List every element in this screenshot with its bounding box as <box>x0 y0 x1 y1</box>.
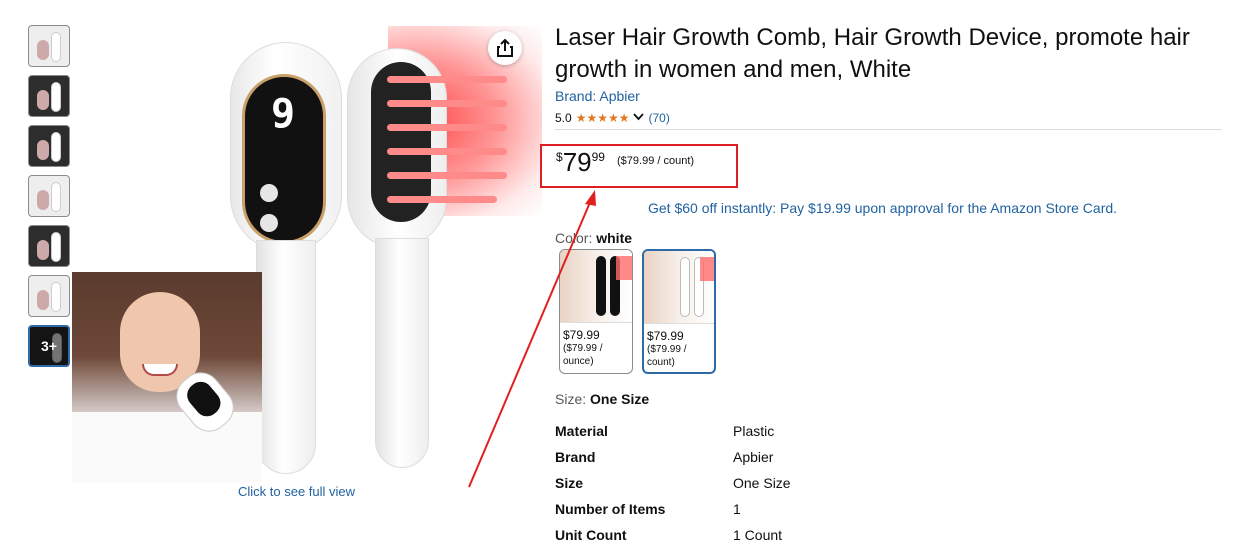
divider <box>555 129 1222 130</box>
chevron-down-icon[interactable] <box>633 112 645 124</box>
swatch-price: $79.99 <box>563 328 600 342</box>
color-swatch-white[interactable]: $79.99 ($79.99 / count) <box>642 249 716 374</box>
swatch-unit-price: ($79.99 / count) <box>647 344 687 368</box>
spec-key: Unit Count <box>555 527 627 543</box>
spec-row: Size One Size <box>555 470 955 496</box>
product-specs-table: Material Plastic Brand Apbier Size One Size… <box>555 418 955 548</box>
color-swatch-black[interactable]: $79.99 ($79.99 / ounce) <box>559 249 633 374</box>
spec-row: Number of Items 1 <box>555 496 955 522</box>
spec-row: Material Plastic <box>555 418 955 444</box>
spec-value: 1 Count <box>733 527 783 543</box>
spec-value: Plastic <box>733 423 775 439</box>
rating-row: 5.0 ★★★★★ (70) <box>555 111 670 125</box>
device-side <box>347 48 507 468</box>
thumbnail-3[interactable] <box>28 125 70 167</box>
thumbnail-more[interactable]: 3+ <box>28 325 70 367</box>
thumbnail-2[interactable] <box>28 75 70 117</box>
spec-value: Apbier <box>733 449 774 465</box>
spec-row: Unit Count 1 Count <box>555 522 955 548</box>
more-images-count: 3+ <box>30 327 68 365</box>
spec-row: Brand Apbier <box>555 444 955 470</box>
color-label-text: Color: <box>555 230 597 246</box>
product-title: Laser Hair Growth Comb, Hair Growth Devi… <box>555 24 1190 83</box>
spec-value: One Size <box>733 475 791 491</box>
brand-link[interactable]: Brand: Apbier <box>555 88 640 104</box>
size-value: One Size <box>590 391 650 407</box>
price: $ 79 99 <box>556 148 605 176</box>
swatch-unit-price: ($79.99 / ounce) <box>563 343 603 367</box>
price-symbol: $ <box>556 150 563 164</box>
store-card-promo-link[interactable]: Get $60 off instantly: Pay $19.99 upon a… <box>648 200 1117 216</box>
swatch-price: $79.99 <box>647 329 684 343</box>
spec-key: Number of Items <box>555 501 666 517</box>
thumbnail-1[interactable] <box>28 25 70 67</box>
full-view-link[interactable]: Click to see full view <box>238 484 355 499</box>
share-button[interactable] <box>488 31 522 65</box>
rating-value: 5.0 <box>555 111 572 125</box>
spec-value: 1 <box>733 501 741 517</box>
color-value: white <box>596 230 633 246</box>
star-rating-icon[interactable]: ★★★★★ <box>576 111 630 125</box>
spec-key: Brand <box>555 449 596 465</box>
share-icon <box>497 38 513 57</box>
price-whole: 79 <box>562 147 592 177</box>
unit-price: ($79.99 / count) <box>617 155 695 167</box>
main-product-image[interactable]: 9 <box>72 20 542 482</box>
size-label-text: Size: <box>555 391 591 407</box>
thumbnail-strip: 3+ <box>28 25 70 375</box>
thumbnail-4[interactable] <box>28 175 70 217</box>
spec-key: Material <box>555 423 608 439</box>
spec-key: Size <box>555 475 584 491</box>
thumbnail-6[interactable] <box>28 275 70 317</box>
thumbnail-5[interactable] <box>28 225 70 267</box>
rating-count-link[interactable]: (70) <box>648 111 669 125</box>
model-photo <box>72 272 262 482</box>
price-fraction: 99 <box>591 150 605 164</box>
size-label: Size: One Size <box>555 391 649 407</box>
device-digit: 9 <box>271 91 296 137</box>
color-label: Color: white <box>555 230 632 246</box>
